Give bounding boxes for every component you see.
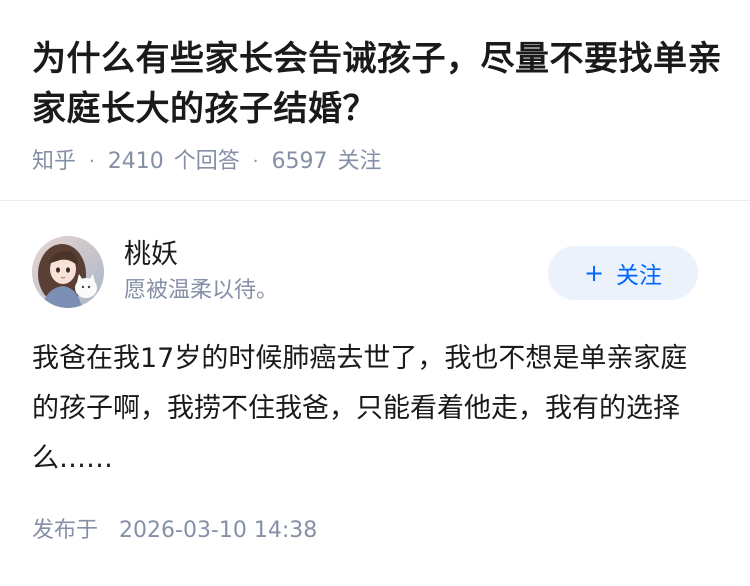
- author-bio: 愿被温柔以待。: [124, 278, 279, 303]
- published-label: 发布于: [32, 518, 99, 543]
- divider: [0, 200, 750, 201]
- follower-count: 6597: [271, 149, 328, 174]
- avatar-girl-with-cat-icon: [32, 236, 104, 308]
- plus-icon: +: [583, 259, 605, 287]
- author-name[interactable]: 桃妖: [124, 238, 178, 272]
- question-title[interactable]: 为什么有些家长会告诫孩子，尽量不要找单亲家庭长大的孩子结婚？: [32, 34, 732, 134]
- question-meta: 知乎 · 2410 个回答 · 6597 关注: [32, 148, 732, 176]
- publish-time: 发布于 2026-03-10 14:38: [32, 516, 317, 546]
- follow-button-label: 关注: [616, 263, 663, 289]
- follow-button[interactable]: + 关注: [548, 246, 698, 300]
- answer-count: 2410: [107, 149, 164, 174]
- source-label: 知乎: [32, 149, 77, 174]
- follower-count-label: 关注: [337, 149, 382, 174]
- author-card: 桃妖 愿被温柔以待。 + 关注: [32, 236, 718, 308]
- separator-dot: ·: [89, 151, 95, 172]
- published-timestamp: 2026-03-10 14:38: [119, 518, 318, 543]
- answer-count-label: 个回答: [173, 149, 240, 174]
- question-header: 为什么有些家长会告诫孩子，尽量不要找单亲家庭长大的孩子结婚？ 知乎 · 2410…: [32, 34, 732, 176]
- avatar[interactable]: [32, 236, 104, 308]
- separator-dot: ·: [252, 151, 259, 172]
- answer-content[interactable]: 我爸在我17岁的时候肺癌去世了，我也不想是单亲家庭的孩子啊，我捞不住我爸，只能看…: [32, 334, 712, 484]
